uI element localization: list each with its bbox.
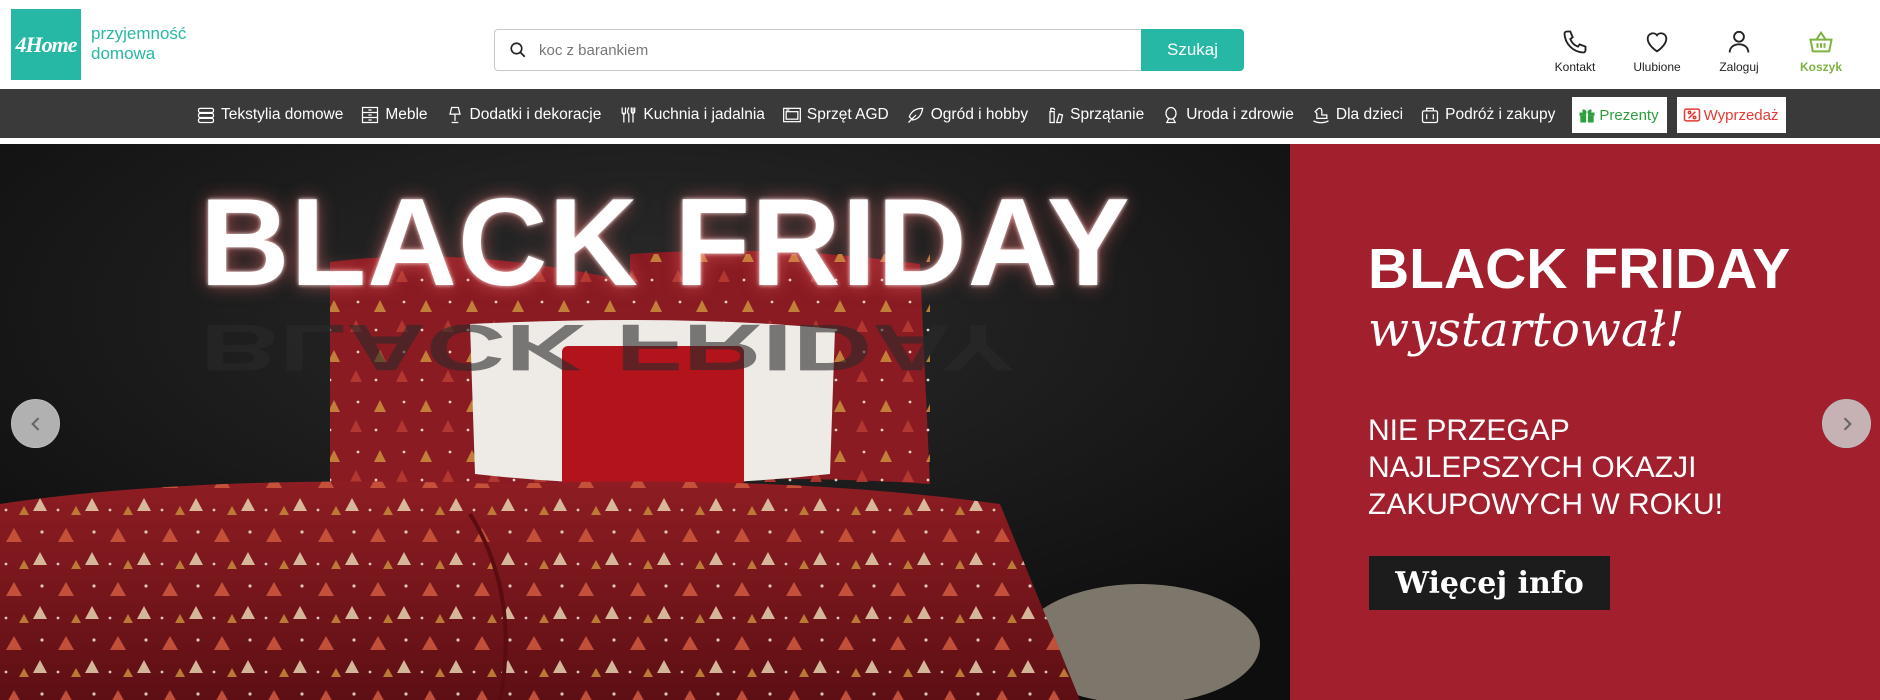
slider-prev-button[interactable]	[11, 399, 60, 448]
login-link[interactable]: Zaloguj	[1704, 28, 1774, 74]
appliance-icon	[782, 107, 801, 123]
nav-item-travel[interactable]: Podróż i zakupy	[1420, 97, 1555, 133]
nav-item-textiles[interactable]: Tekstylia domowe	[196, 97, 343, 133]
chevron-right-icon	[1843, 416, 1852, 431]
promo-subtitle-line-3: ZAKUPOWYCH W ROKU!	[1368, 488, 1724, 521]
favorites-label: Ulubione	[1633, 60, 1681, 74]
nav-item-beauty[interactable]: Uroda i zdrowie	[1161, 97, 1294, 133]
nav-item-kids[interactable]: Dla dzieci	[1311, 97, 1403, 133]
nav-label: Sprzęt AGD	[806, 106, 889, 123]
suitcase-icon	[1421, 107, 1439, 124]
search-field[interactable]	[494, 29, 1141, 71]
phone-icon	[1563, 30, 1587, 54]
category-nav: Tekstylia domowe Meble Dodatki i dekorac…	[0, 89, 1880, 141]
promo-subtitle-line-2: NAJLEPSZYCH OKAZJI	[1368, 451, 1697, 484]
logo[interactable]: 4Home	[11, 9, 81, 80]
hero-promo-panel: BLACK FRIDAY wystartował! NIE PRZEGAP NA…	[1290, 144, 1880, 700]
cart-link[interactable]: Koszyk	[1786, 28, 1856, 74]
cart-label: Koszyk	[1799, 60, 1843, 74]
nav-label: Podróż i zakupy	[1445, 106, 1556, 123]
chevron-left-icon	[30, 416, 39, 431]
lamp-icon	[448, 106, 461, 124]
tagline-line-1: przyjemność	[91, 24, 187, 43]
tagline-line-2: domowa	[91, 44, 156, 63]
gift-icon	[1579, 109, 1595, 123]
slider-next-button[interactable]	[1822, 399, 1871, 448]
nav-item-furniture[interactable]: Meble	[360, 97, 428, 133]
nav-item-sale[interactable]: Wyprzedaż	[1676, 97, 1787, 133]
cleaning-icon	[1049, 107, 1064, 124]
beauty-icon	[1165, 106, 1177, 124]
sale-tag-icon	[1683, 108, 1700, 122]
search-icon	[510, 42, 526, 58]
more-info-button[interactable]: Więcej info	[1369, 556, 1610, 610]
nav-item-decorations[interactable]: Dodatki i dekoracje	[445, 97, 602, 133]
cutlery-icon	[621, 107, 636, 123]
nav-label: Meble	[385, 106, 428, 123]
nav-item-garden[interactable]: Ogród i hobby	[906, 97, 1028, 133]
search-button[interactable]: Szukaj	[1141, 29, 1244, 71]
nav-label: Tekstylia domowe	[221, 106, 344, 123]
login-label: Zaloguj	[1719, 60, 1759, 74]
garden-icon	[907, 107, 924, 123]
promo-script-text: wystartował!	[1368, 302, 1685, 358]
rocking-horse-icon	[1313, 107, 1329, 124]
hero-photo-headline: BLACK FRIDAY	[200, 174, 1131, 312]
search-input[interactable]	[539, 41, 1139, 59]
nav-item-gifts[interactable]: Prezenty	[1572, 97, 1667, 133]
nav-label: Dodatki i dekoracje	[469, 106, 602, 123]
nav-item-cleaning[interactable]: Sprzątanie	[1045, 97, 1144, 133]
nav-label: Dla dzieci	[1335, 106, 1404, 123]
nav-label: Uroda i zdrowie	[1186, 106, 1294, 123]
basket-icon	[1809, 30, 1833, 53]
heart-icon	[1646, 32, 1668, 53]
site-header: 4Home przyjemność domowa Szukaj Kontakt …	[0, 0, 1880, 89]
nav-item-appliances[interactable]: Sprzęt AGD	[782, 97, 889, 133]
furniture-icon	[362, 106, 379, 124]
textiles-icon	[197, 107, 215, 124]
promo-subtitle: NIE PRZEGAP NAJLEPSZYCH OKAZJI ZAKUPOWYC…	[1368, 412, 1798, 523]
favorites-link[interactable]: Ulubione	[1622, 28, 1692, 74]
gifts-label: Prezenty	[1599, 106, 1659, 124]
search-bar: Szukaj	[494, 29, 1244, 71]
nav-label: Ogród i hobby	[930, 106, 1029, 123]
promo-subtitle-line-1: NIE PRZEGAP	[1368, 414, 1570, 447]
hero-photo-headline-reflection: BLACK FRIDAY	[200, 310, 1015, 385]
contact-link[interactable]: Kontakt	[1540, 28, 1610, 74]
brand-tagline: przyjemność domowa	[91, 24, 186, 64]
nav-label: Kuchnia i jadalnia	[643, 106, 765, 123]
hero-slider: BLACK FRIDAY BLACK FRIDAY BLACK FRIDAY w…	[0, 144, 1880, 700]
user-icon	[1728, 30, 1750, 53]
promo-title: BLACK FRIDAY	[1368, 237, 1791, 301]
sale-label: Wyprzedaż	[1703, 106, 1779, 124]
hero-photo: BLACK FRIDAY BLACK FRIDAY	[0, 144, 1290, 700]
category-nav-list: Tekstylia domowe Meble Dodatki i dekorac…	[196, 97, 1796, 133]
contact-label: Kontakt	[1554, 60, 1596, 74]
nav-item-kitchen[interactable]: Kuchnia i jadalnia	[618, 97, 765, 133]
nav-label: Sprzątanie	[1070, 106, 1145, 123]
header-actions: Kontakt Ulubione Zaloguj Koszyk	[1540, 28, 1860, 74]
